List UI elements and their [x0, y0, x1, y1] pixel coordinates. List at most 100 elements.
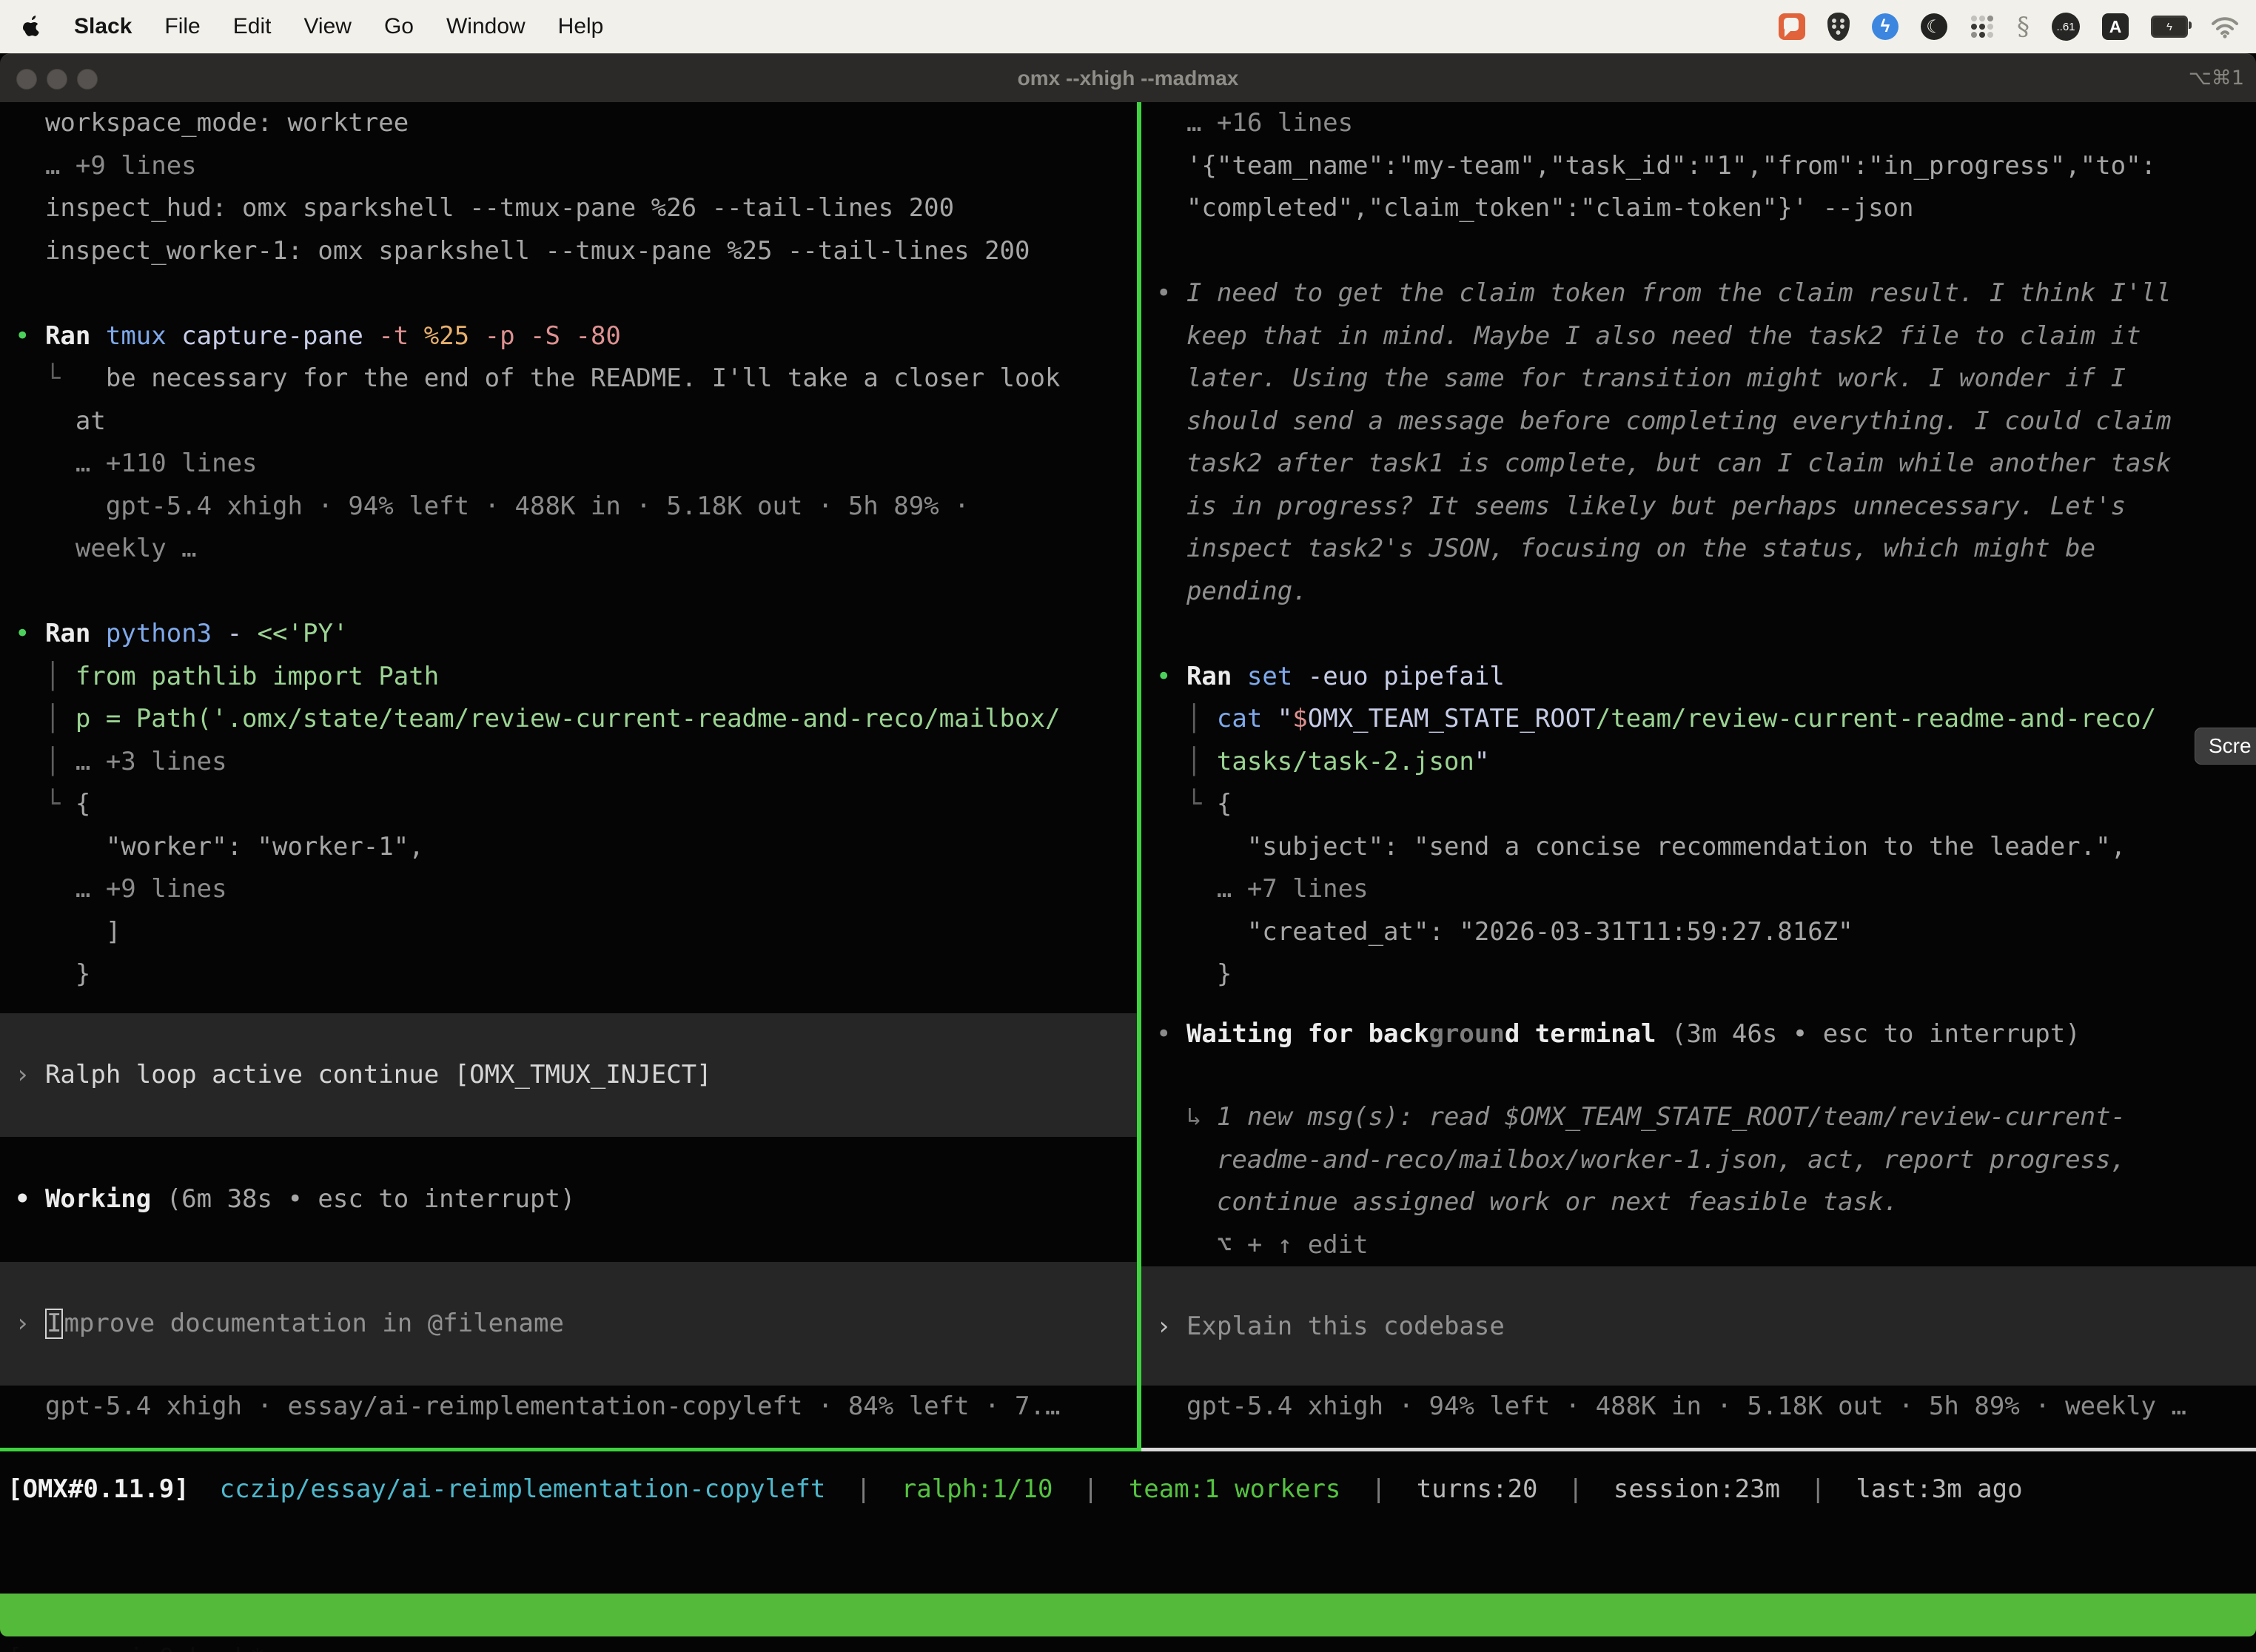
status-segment: turns:20	[1417, 1474, 1538, 1504]
terminal-line: ⌥ + ↑ edit	[1141, 1224, 2256, 1267]
left-model-line: gpt-5.4 xhigh · essay/ai-reimplementatio…	[0, 1386, 1137, 1428]
terminal-line: inspect_worker-1: omx sparkshell --tmux-…	[0, 230, 1137, 273]
storage-badge-icon[interactable]: ..61	[2052, 13, 2080, 41]
menu-status-tray: ϟ ☾ § ..61 A ϟ	[1779, 12, 2256, 41]
terminal-line	[1141, 230, 2256, 273]
menu-item-file[interactable]: File	[164, 14, 200, 39]
terminal-line: └ {	[1141, 783, 2256, 826]
status-segment: cczip/essay/ai-reimplementation-copyleft	[220, 1474, 826, 1504]
left-log: workspace_mode: worktree … +9 lines insp…	[0, 102, 1137, 996]
status-segment: |	[1780, 1474, 1856, 1504]
prompt-input-left[interactable]: › Improve documentation in @filename	[0, 1309, 564, 1339]
wifi-icon[interactable]	[2210, 15, 2240, 38]
terminal-line: … +7 lines	[1141, 868, 2256, 911]
status-segment	[189, 1474, 220, 1504]
prompt-input-right[interactable]: › Explain this codebase	[1141, 1312, 1505, 1341]
moon-badge-icon[interactable]: ☾	[1921, 13, 1947, 40]
terminal-line: gpt-5.4 xhigh · essay/ai-reimplementatio…	[0, 1386, 1137, 1428]
terminal-line: "worker": "worker-1",	[0, 826, 1137, 869]
text-cursor: I	[45, 1309, 63, 1339]
menu-item-help[interactable]: Help	[558, 14, 604, 39]
terminal-line	[1141, 613, 2256, 656]
menu-left: Slack File Edit View Go Window Help	[0, 14, 603, 39]
squiggle-icon[interactable]: §	[2017, 12, 2030, 41]
screenshot-popup: Scre	[2195, 728, 2256, 765]
terminal-line: at	[0, 400, 1137, 443]
terminal-line: │ from pathlib import Path	[0, 656, 1137, 699]
terminal-line: │ cat "$OMX_TEAM_STATE_ROOT/team/review-…	[1141, 698, 2256, 741]
terminal-line: readme-and-reco/mailbox/worker-1.json, a…	[1141, 1139, 2256, 1182]
ralph-loop-line: › Ralph loop active continue [OMX_TMUX_I…	[0, 1060, 712, 1089]
terminal-line: }	[1141, 953, 2256, 996]
prompt-chevron: ›	[15, 1309, 45, 1338]
status-segment: session:23m	[1614, 1474, 1780, 1504]
terminal-line: inspect task2's JSON, focusing on the st…	[1141, 528, 2256, 571]
terminal-line: … +16 lines	[1141, 102, 2256, 145]
terminal-line	[0, 571, 1137, 614]
right-pane-border	[1141, 1448, 2256, 1451]
left-pane-border	[0, 1448, 1137, 1451]
screen: Slack File Edit View Go Window Help ϟ ☾ …	[0, 0, 2256, 1652]
prompt-input-band-right[interactable]: › Explain this codebase	[1141, 1266, 2256, 1386]
terminal-line: weekly …	[0, 528, 1137, 571]
waiting-status: • Waiting for background terminal (3m 46…	[1141, 1013, 2256, 1056]
terminal-line: '{"team_name":"my-team","task_id":"1","f…	[1141, 145, 2256, 188]
terminal-line: later. Using the same for transition mig…	[1141, 357, 2256, 400]
terminal-line: • Waiting for background terminal (3m 46…	[1141, 1013, 2256, 1056]
status-segment: |	[1053, 1474, 1128, 1504]
terminal-line: • I need to get the claim token from the…	[1141, 272, 2256, 315]
window-title: omx --xhigh --madmax	[0, 54, 2256, 103]
working-status: • Working (6m 38s • esc to interrupt)	[0, 1178, 1137, 1221]
terminal-line: … +9 lines	[0, 145, 1137, 188]
keyboard-layout-icon[interactable]: A	[2102, 13, 2129, 40]
status-segment: |	[825, 1474, 901, 1504]
window-titlebar[interactable]: omx --xhigh --madmax ⌥⌘1	[0, 53, 2256, 103]
status-segment: last:3m ago	[1856, 1474, 2022, 1504]
apple-icon[interactable]	[22, 15, 41, 38]
menu-item-view[interactable]: View	[303, 14, 351, 39]
terminal-line: • Working (6m 38s • esc to interrupt)	[0, 1178, 1137, 1221]
terminal-line: │ tasks/task-2.json"	[1141, 741, 2256, 784]
status-segment: [OMX#0.11.9]	[7, 1474, 189, 1504]
terminal-line: └ be necessary for the end of the README…	[0, 357, 1137, 400]
menu-item-window[interactable]: Window	[446, 14, 526, 39]
dots-grid-icon[interactable]	[1970, 14, 1995, 39]
terminal-content: workspace_mode: worktree … +9 lines insp…	[0, 102, 2256, 1652]
right-model-line: gpt-5.4 xhigh · 94% left · 488K in · 5.1…	[1141, 1386, 2256, 1428]
mailbox-note: ↳ 1 new msg(s): read $OMX_TEAM_STATE_ROO…	[1141, 1096, 2256, 1266]
terminal-line: continue assigned work or next feasible …	[1141, 1181, 2256, 1224]
terminal-line: │ … +3 lines	[0, 741, 1137, 784]
shield-grid-icon[interactable]	[1827, 13, 1850, 41]
chat-app-icon[interactable]	[1779, 13, 1805, 40]
menu-item-app[interactable]: Slack	[74, 14, 132, 39]
prompt-input-band-left[interactable]: › Improve documentation in @filename	[0, 1262, 1137, 1386]
status-segment: |	[1538, 1474, 1614, 1504]
menu-item-edit[interactable]: Edit	[233, 14, 272, 39]
terminal-line: "created_at": "2026-03-31T11:59:27.816Z"	[1141, 911, 2256, 954]
pane-left[interactable]: workspace_mode: worktree … +9 lines insp…	[0, 102, 1137, 1448]
terminal-line: inspect_hud: omx sparkshell --tmux-pane …	[0, 187, 1137, 230]
omx-status-line: [OMX#0.11.9] cczip/essay/ai-reimplementa…	[7, 1468, 2023, 1511]
pane-right[interactable]: … +16 lines '{"team_name":"my-team","tas…	[1141, 102, 2256, 1448]
menu-item-go[interactable]: Go	[384, 14, 414, 39]
terminal-line: should send a message before completing …	[1141, 400, 2256, 443]
battery-charging-icon[interactable]: ϟ	[2151, 16, 2188, 38]
terminal-line: • Ran set -euo pipefail	[1141, 656, 2256, 699]
terminal-line: task2 after task1 is complete, but can I…	[1141, 443, 2256, 486]
right-log: … +16 lines '{"team_name":"my-team","tas…	[1141, 102, 2256, 996]
tmux-session-label: [omx-cczip0:bash*	[7, 1636, 265, 1652]
terminal-line: • Ran tmux capture-pane -t %25 -p -S -80	[0, 315, 1137, 358]
terminal-line: └ {	[0, 783, 1137, 826]
terminal-line: ↳ 1 new msg(s): read $OMX_TEAM_STATE_ROO…	[1141, 1096, 2256, 1139]
terminal-line: gpt-5.4 xhigh · 94% left · 488K in · 5.1…	[1141, 1386, 2256, 1428]
terminal-line: "completed","claim_token":"claim-token"}…	[1141, 187, 2256, 230]
bolt-badge-icon[interactable]: ϟ	[1872, 13, 1899, 40]
tmux-status-bar: [omx-cczip0:bash* "MacBook-Pro-44.local"…	[0, 1594, 2256, 1636]
window-shortcut: ⌥⌘1	[2189, 54, 2244, 103]
terminal-line: workspace_mode: worktree	[0, 102, 1137, 145]
terminal-line: … +110 lines	[0, 443, 1137, 486]
terminal-line: is in progress? It seems likely but perh…	[1141, 486, 2256, 528]
status-segment: |	[1340, 1474, 1416, 1504]
terminal-line: }	[0, 953, 1137, 996]
status-segment: team:1 workers	[1129, 1474, 1341, 1504]
